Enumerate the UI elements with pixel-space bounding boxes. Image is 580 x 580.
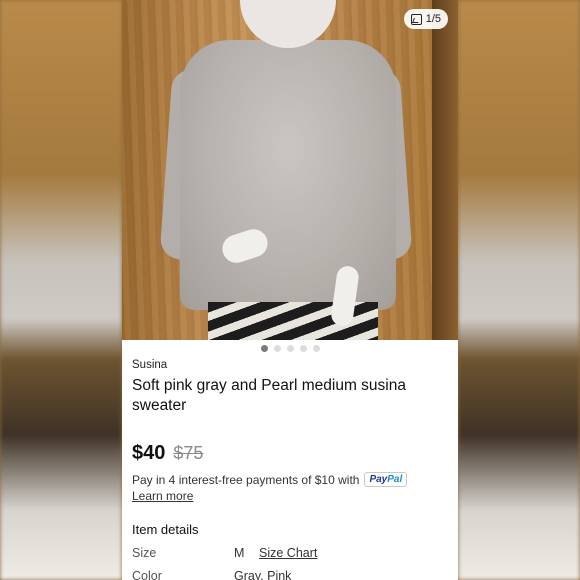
listing-title: Soft pink gray and Pearl medium susina s… bbox=[132, 377, 406, 414]
carousel-dot-2[interactable] bbox=[273, 345, 281, 352]
product-photo[interactable]: 1/5 bbox=[122, 0, 458, 340]
size-chart-link[interactable]: Size Chart bbox=[259, 546, 317, 560]
installment-text: Pay in 4 interest-free payments of $10 w… bbox=[132, 472, 360, 487]
item-details-heading: Item details bbox=[132, 522, 199, 537]
color-label: Color bbox=[132, 569, 162, 580]
size-row: Size M Size Chart bbox=[132, 546, 452, 560]
original-price: $75 bbox=[173, 443, 204, 463]
paypal-logo-pal: Pal bbox=[387, 474, 403, 485]
carousel-dots bbox=[122, 345, 458, 353]
door-frame bbox=[432, 0, 458, 340]
color-value: Gray, Pink bbox=[234, 569, 292, 580]
installment-info: Pay in 4 interest-free payments of $10 w… bbox=[132, 472, 408, 487]
carousel-dot-3[interactable] bbox=[286, 345, 294, 352]
current-price: $40 bbox=[132, 442, 166, 464]
price-row: $40 $75 bbox=[132, 442, 203, 465]
background-blur-right bbox=[458, 0, 580, 580]
photo-counter-badge: 1/5 bbox=[403, 9, 448, 29]
color-row: Color Gray, Pink bbox=[132, 569, 452, 580]
carousel-dot-1[interactable] bbox=[260, 345, 268, 352]
size-value: M bbox=[234, 546, 245, 560]
carousel-dot-5[interactable] bbox=[312, 345, 320, 352]
listing-card: 1/5 Susina Soft pink gray and Pearl medi… bbox=[122, 0, 458, 580]
photo-counter-text: 1/5 bbox=[425, 13, 441, 25]
image-icon bbox=[410, 13, 422, 25]
paypal-logo: PayPal bbox=[364, 472, 408, 487]
brand-name[interactable]: Susina bbox=[132, 359, 167, 371]
paypal-logo-pay: Pay bbox=[369, 474, 388, 485]
background-blur-left bbox=[0, 0, 122, 580]
size-label: Size bbox=[132, 546, 157, 560]
carousel-dot-4[interactable] bbox=[299, 345, 307, 352]
learn-more-link[interactable]: Learn more bbox=[132, 489, 193, 503]
sweater-body bbox=[180, 40, 396, 310]
